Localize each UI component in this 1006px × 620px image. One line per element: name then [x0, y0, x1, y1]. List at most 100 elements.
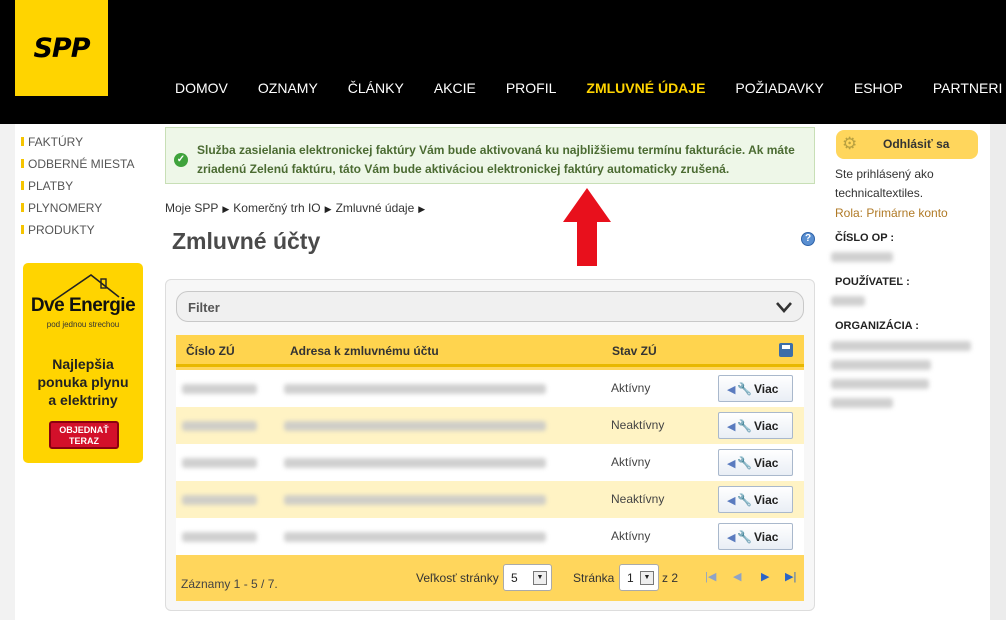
redacted-account-number: [182, 384, 257, 394]
order-now-button[interactable]: OBJEDNAŤ TERAZ: [49, 421, 119, 449]
table-row[interactable]: Aktívny ◀ 🔧 Viac: [176, 518, 804, 555]
filter-label: Filter: [188, 300, 220, 315]
back-arrow-icon: ◀: [727, 384, 736, 396]
status-text: Aktívny: [611, 529, 651, 543]
page-select[interactable]: 1 ▼: [619, 564, 659, 591]
last-page-icon[interactable]: ▶|: [785, 570, 796, 583]
nav-akcie[interactable]: AKCIE: [419, 78, 491, 98]
promo-tagline: pod jednou strechou: [46, 320, 120, 329]
main-content: ✓ Služba zasielania elektronickej faktúr…: [155, 124, 825, 620]
logout-label: Odhlásiť sa: [883, 137, 950, 151]
status-text: Aktívny: [611, 381, 651, 395]
gear-icon: ⚙: [842, 134, 858, 153]
save-icon[interactable]: [779, 343, 793, 357]
back-arrow-icon: ◀: [727, 458, 736, 470]
redacted-organization-line: [831, 341, 971, 351]
red-arrow-annotation: [563, 188, 611, 266]
accounts-panel: Filter Číslo ZÚ Adresa k zmluvnému účtu …: [165, 279, 815, 611]
wrench-icon: 🔧: [737, 493, 752, 507]
column-header-cislo[interactable]: Číslo ZÚ: [186, 344, 235, 358]
breadcrumb-zmluvne-udaje[interactable]: Zmluvné údaje: [336, 201, 415, 215]
table-row[interactable]: Aktívny ◀ 🔧 Viac: [176, 370, 804, 407]
wrench-icon: 🔧: [737, 382, 752, 396]
order-now-line-1: OBJEDNAŤ: [59, 425, 109, 435]
nav-partneri-spp[interactable]: PARTNERI SPP: [918, 78, 1006, 98]
dropdown-arrow-icon: ▼: [640, 571, 654, 585]
redacted-organization-line: [831, 360, 931, 370]
logout-button[interactable]: ⚙ Odhlásiť sa: [836, 130, 978, 159]
next-page-icon[interactable]: ▶: [761, 570, 769, 583]
nav-zmluvne-udaje[interactable]: ZMLUVNÉ ÚDAJE: [571, 78, 720, 98]
more-button-label: Viac: [754, 419, 779, 433]
page-edge: [990, 124, 1006, 620]
redacted-user: [831, 296, 865, 306]
chevron-down-icon[interactable]: [775, 300, 793, 314]
table-header: Číslo ZÚ Adresa k zmluvnému účtu Stav ZÚ: [176, 335, 804, 367]
breadcrumb-separator-icon: ▶: [418, 204, 426, 214]
table-row[interactable]: Neaktívny ◀ 🔧 Viac: [176, 481, 804, 518]
redacted-account-number: [182, 458, 257, 468]
more-button[interactable]: ◀ 🔧 Viac: [718, 523, 793, 550]
dropdown-arrow-icon: ▼: [533, 571, 547, 585]
more-button-label: Viac: [754, 493, 779, 507]
sidebar-item-produkty[interactable]: PRODUKTY: [15, 222, 155, 244]
more-button[interactable]: ◀ 🔧 Viac: [718, 486, 793, 513]
nav-poziadavky[interactable]: POŽIADAVKY: [720, 78, 838, 98]
back-arrow-icon: ◀: [727, 495, 736, 507]
column-header-stav[interactable]: Stav ZÚ: [612, 344, 657, 358]
success-notice: ✓ Služba zasielania elektronickej faktúr…: [165, 127, 815, 184]
nav-profil[interactable]: PROFIL: [491, 78, 572, 98]
filter-bar[interactable]: Filter: [176, 291, 804, 322]
records-count: Záznamy 1 - 5 / 7.: [181, 577, 278, 591]
promo-banner[interactable]: Dve Energie pod jednou strechou Najlepši…: [23, 263, 143, 463]
table-row[interactable]: Neaktívny ◀ 🔧 Viac: [176, 407, 804, 444]
promo-line-3: a elektriny: [48, 392, 118, 408]
redacted-op-number: [831, 252, 893, 262]
status-text: Neaktívny: [611, 418, 665, 432]
nav-domov[interactable]: DOMOV: [160, 78, 243, 98]
breadcrumb-moje-spp[interactable]: Moje SPP: [165, 201, 218, 215]
redacted-address: [284, 495, 546, 505]
logged-in-label: Ste prihlásený ako: [835, 167, 934, 181]
sidebar-item-platby[interactable]: PLATBY: [15, 178, 155, 200]
previous-page-icon[interactable]: ◀: [733, 570, 741, 583]
more-button[interactable]: ◀ 🔧 Viac: [718, 449, 793, 476]
breadcrumb-komercny-trh[interactable]: Komerčný trh IO: [233, 201, 320, 215]
redacted-account-number: [182, 495, 257, 505]
nav-eshop[interactable]: ESHOP: [839, 78, 918, 98]
op-number-label: ČÍSLO OP :: [835, 232, 895, 244]
column-header-adresa[interactable]: Adresa k zmluvnému účtu: [290, 344, 439, 358]
nav-clanky[interactable]: ČLÁNKY: [333, 78, 419, 98]
help-icon[interactable]: ?: [801, 232, 815, 246]
accounts-table: Číslo ZÚ Adresa k zmluvnému účtu Stav ZÚ…: [176, 335, 804, 601]
promo-line-1: Najlepšia: [52, 356, 114, 372]
back-arrow-icon: ◀: [727, 532, 736, 544]
spp-logo[interactable]: SPP: [15, 0, 108, 96]
sidebar-menu: FAKTÚRY ODBERNÉ MIESTA PLATBY PLYNOMERY …: [15, 134, 155, 244]
left-sidebar: FAKTÚRY ODBERNÉ MIESTA PLATBY PLYNOMERY …: [15, 124, 155, 620]
breadcrumb-separator-icon: ▶: [324, 204, 332, 214]
redacted-address: [284, 532, 546, 542]
role-text: Rola: Primárne konto: [835, 206, 948, 220]
sidebar-item-odberne-miesta[interactable]: ODBERNÉ MIESTA: [15, 156, 155, 178]
more-button[interactable]: ◀ 🔧 Viac: [718, 412, 793, 439]
organization-label: ORGANIZÁCIA :: [835, 320, 919, 332]
more-button[interactable]: ◀ 🔧 Viac: [718, 375, 793, 402]
logged-in-info: Ste prihlásený ako technicaltextiles.: [835, 165, 934, 203]
wrench-icon: 🔧: [737, 419, 752, 433]
sidebar-item-plynomery[interactable]: PLYNOMERY: [15, 200, 155, 222]
check-circle-icon: ✓: [174, 153, 188, 167]
first-page-icon[interactable]: |◀: [705, 570, 716, 583]
redacted-address: [284, 384, 546, 394]
user-label: POUŽÍVATEĽ :: [835, 276, 910, 288]
page-label: Stránka: [573, 571, 615, 585]
more-button-label: Viac: [754, 382, 779, 396]
redacted-organization-line: [831, 398, 893, 408]
back-arrow-icon: ◀: [727, 421, 736, 433]
table-row[interactable]: Aktívny ◀ 🔧 Viac: [176, 444, 804, 481]
promo-brand: Dve Energie: [30, 295, 136, 316]
sidebar-item-faktury[interactable]: FAKTÚRY: [15, 134, 155, 156]
page-size-select[interactable]: 5 ▼: [503, 564, 552, 591]
nav-oznamy[interactable]: OZNAMY: [243, 78, 333, 98]
breadcrumb: Moje SPP ▶ Komerčný trh IO ▶ Zmluvné údaje ▶: [165, 201, 429, 215]
